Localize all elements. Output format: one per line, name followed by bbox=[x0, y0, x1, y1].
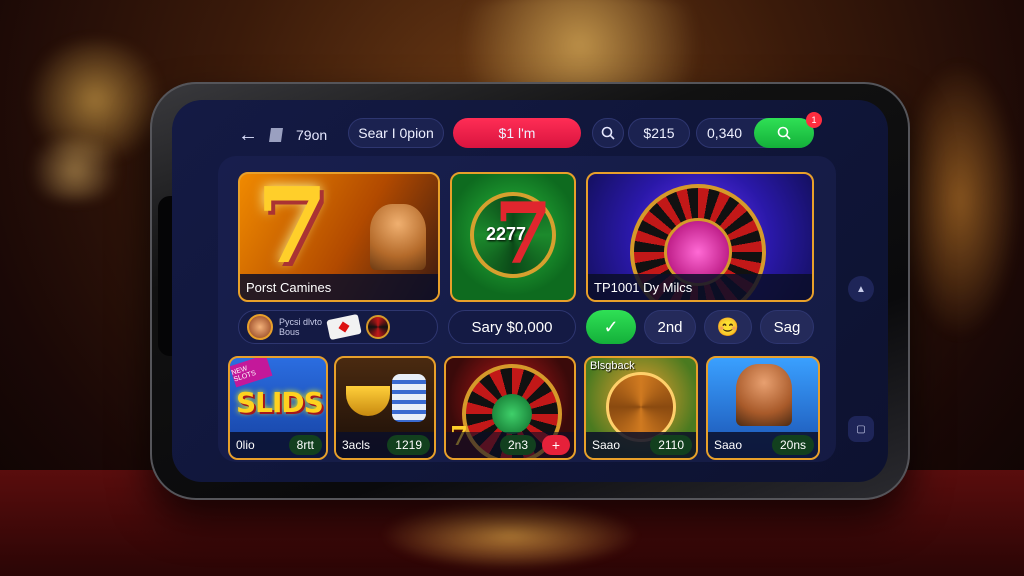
game-card-chips[interactable]: 3acls 1219 bbox=[334, 356, 436, 460]
game-title: Blsgback bbox=[590, 360, 635, 372]
featured-card-jackpot[interactable]: 7 2277 bbox=[450, 172, 576, 302]
game-tag: 2n3 bbox=[499, 435, 536, 455]
lamp-glow-left bbox=[20, 140, 130, 200]
games-bonus-strip[interactable]: Pycsi dlvto Bous bbox=[238, 310, 438, 344]
lucky-seven-art: 7 bbox=[256, 172, 329, 287]
avatar bbox=[247, 314, 273, 340]
game-card-footer: Saao 20ns bbox=[708, 432, 818, 458]
jackpot-amount-pill[interactable]: Sary $0,000 bbox=[448, 310, 576, 344]
game-card-footer: 3acls 1219 bbox=[336, 432, 434, 458]
game-card-pirate[interactable]: Saao 20ns bbox=[706, 356, 820, 460]
triangle-up-icon: ▲ bbox=[856, 283, 866, 295]
gold-bowl-art bbox=[346, 386, 390, 416]
checkmark-button[interactable]: ✓ bbox=[586, 310, 636, 344]
add-button[interactable]: + bbox=[542, 435, 570, 455]
notification-badge: 1 bbox=[806, 112, 822, 128]
search-icon bbox=[777, 126, 791, 140]
card-label: Porst Camines bbox=[240, 274, 438, 300]
pirate-character-art bbox=[736, 364, 792, 426]
game-title: SLIDS bbox=[236, 386, 324, 419]
game-tag: 20ns bbox=[771, 435, 814, 455]
playing-card-icon bbox=[326, 313, 362, 341]
game-card-blackjack[interactable]: Blsgback Saao 2110 bbox=[584, 356, 698, 460]
games-bonus-text: Pycsi dlvto Bous bbox=[279, 317, 322, 337]
promo-button[interactable]: $1 l'm bbox=[453, 118, 581, 148]
search-icon bbox=[601, 126, 615, 140]
check-icon: ✓ bbox=[603, 316, 619, 337]
game-card-roulette[interactable]: 7 2n3 + bbox=[444, 356, 576, 460]
game-card-footer: Saao 2110 bbox=[586, 432, 696, 458]
new-badge: NEW SLOTS bbox=[230, 358, 273, 388]
character-art bbox=[370, 204, 426, 270]
game-card-footer: 2n3 + bbox=[446, 432, 574, 458]
game-label: Saao bbox=[592, 438, 621, 452]
balance-display: $215 bbox=[628, 118, 690, 148]
pillar-glow-right bbox=[900, 60, 1020, 340]
back-arrow-icon[interactable]: ← bbox=[238, 124, 258, 147]
table-light bbox=[380, 500, 640, 570]
card-label: TP1001 Dy Milcs bbox=[588, 274, 812, 300]
copy-button[interactable]: ▢ bbox=[848, 416, 874, 442]
game-card-footer: 0lio 8rtt bbox=[230, 432, 326, 458]
document-icon: ▢ bbox=[856, 423, 866, 435]
games-line-2: Bous bbox=[279, 327, 300, 337]
game-label: 0lio bbox=[236, 438, 255, 452]
jackpot-number: 2277 bbox=[486, 224, 527, 244]
app-title: 79on bbox=[296, 127, 328, 143]
app-screen: ← 79on Sear I 0pion $1 l'm $215 0,340 1 … bbox=[172, 100, 888, 482]
roulette-center bbox=[492, 394, 532, 434]
scroll-up-button[interactable]: ▲ bbox=[848, 276, 874, 302]
game-tag: 8rtt bbox=[288, 435, 322, 455]
page-icon bbox=[269, 128, 283, 142]
roulette-icon bbox=[366, 315, 391, 339]
game-label: Saao bbox=[714, 438, 743, 452]
chip-stack-art bbox=[392, 374, 426, 422]
second-button[interactable]: 2nd bbox=[644, 310, 696, 344]
games-line-1: Pycsi dlvto bbox=[279, 317, 323, 327]
emoji-button[interactable]: 😊 bbox=[704, 310, 752, 344]
sag-button[interactable]: Sag bbox=[760, 310, 814, 344]
featured-card-roulette[interactable]: TP1001 Dy Milcs bbox=[586, 172, 814, 302]
green-search-button[interactable] bbox=[754, 118, 814, 148]
game-tag: 1219 bbox=[387, 435, 430, 455]
search-option-button[interactable]: Sear I 0pion bbox=[348, 118, 444, 148]
game-label: 3acls bbox=[342, 438, 371, 452]
wallet-amount: 0,340 bbox=[707, 125, 743, 141]
search-button[interactable] bbox=[592, 118, 624, 148]
smiley-icon: 😊 bbox=[716, 316, 740, 337]
game-tag: 2110 bbox=[650, 435, 692, 455]
game-card-slids[interactable]: NEW SLOTS SLIDS 0lio 8rtt bbox=[228, 356, 328, 460]
featured-card-slots[interactable]: 7 Porst Camines bbox=[238, 172, 440, 302]
